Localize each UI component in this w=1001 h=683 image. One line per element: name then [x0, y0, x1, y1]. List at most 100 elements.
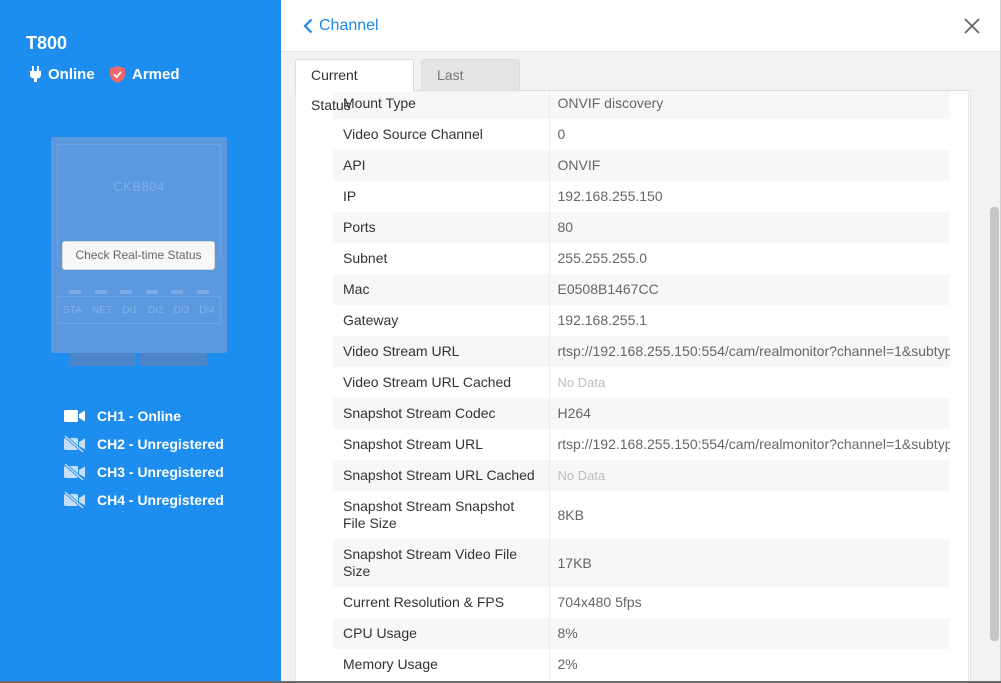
scrollbar-thumb[interactable] [990, 207, 999, 641]
plug-icon [30, 66, 41, 82]
status-label: Snapshot Stream URL Cached [333, 460, 550, 491]
status-value: ONVIF discovery [549, 91, 950, 119]
led-indicator [171, 290, 184, 294]
device-illustration: CKB804 Check Real-time Status STA NET DI… [51, 137, 227, 366]
led-indicator [120, 290, 133, 294]
channel-detail-panel: Channel Current Status Last Status Mount… [281, 0, 1001, 683]
status-value: No Data [549, 367, 950, 398]
camera-off-icon [64, 463, 86, 481]
camera-off-icon [64, 435, 86, 453]
status-tabs: Current Status Last Status [295, 59, 520, 113]
table-row: API ONVIF [333, 150, 950, 181]
status-label: Snapshot Stream Snapshot File Size [333, 491, 550, 539]
back-button[interactable]: Channel [303, 15, 379, 37]
tab-current-status[interactable]: Current Status [295, 59, 414, 113]
channel-list: CH1 - Online CH2 - Unregistered CH3 - Un… [64, 402, 224, 514]
channel-item-ch3[interactable]: CH3 - Unregistered [64, 458, 224, 486]
status-value: 80 [549, 212, 950, 243]
channel-label: CH2 - Unregistered [97, 436, 224, 452]
table-row: Gateway 192.168.255.1 [333, 305, 950, 336]
status-label: Ports [333, 212, 550, 243]
led-indicator [69, 290, 81, 294]
table-row: Current Resolution & FPS 704x480 5fps [333, 587, 950, 618]
terminal-block [69, 353, 136, 366]
panel-header: Channel [281, 0, 1001, 52]
port-label: DI2 [147, 304, 164, 316]
camera-off-icon [64, 491, 86, 509]
table-row: Subnet 255.255.255.0 [333, 243, 950, 274]
status-value: 17KB [549, 539, 950, 587]
port-labels: STA NET DI1 DI2 DI3 DI4 [57, 296, 221, 324]
status-value: rtsp://192.168.255.150:554/cam/realmonit… [549, 429, 950, 460]
led-indicator [94, 290, 107, 294]
status-label: Subnet [333, 243, 550, 274]
table-row: Video Source Channel 0 [333, 119, 950, 150]
shield-check-icon [110, 65, 125, 83]
channel-item-ch1[interactable]: CH1 - Online [64, 402, 224, 430]
status-label: Video Source Channel [333, 119, 550, 150]
status-value: 192.168.255.1 [549, 305, 950, 336]
status-label: Snapshot Stream URL [333, 429, 550, 460]
table-row: CPU Usage 8% [333, 618, 950, 649]
device-model-label: CKB804 [113, 179, 165, 194]
status-content: Mount Type ONVIF discovery Video Source Ch… [295, 90, 971, 683]
check-realtime-status-button[interactable]: Check Real-time Status [62, 241, 215, 270]
status-value: ONVIF [549, 150, 950, 181]
status-label: Mac [333, 274, 550, 305]
table-row: Ports 80 [333, 212, 950, 243]
online-status: Online [30, 64, 95, 84]
channel-item-ch2[interactable]: CH2 - Unregistered [64, 430, 224, 458]
status-label: Gateway [333, 305, 550, 336]
table-row: Snapshot Stream Snapshot File Size 8KB [333, 491, 950, 539]
table-row: Snapshot Stream URL rtsp://192.168.255.15… [333, 429, 950, 460]
status-value: 8% [549, 618, 950, 649]
port-label: DI1 [122, 304, 138, 316]
status-value: 255.255.255.0 [549, 243, 950, 274]
table-row: Mac E0508B1467CC [333, 274, 950, 305]
channel-label: CH4 - Unregistered [97, 492, 224, 508]
led-indicator [145, 290, 158, 294]
channel-label: CH3 - Unregistered [97, 464, 224, 480]
table-row: Snapshot Stream Video File Size 17KB [333, 539, 950, 587]
status-table: Mount Type ONVIF discovery Video Source Ch… [333, 91, 950, 680]
port-label: DI3 [173, 304, 190, 316]
chevron-left-icon [303, 18, 313, 34]
status-label: Video Stream URL [333, 336, 550, 367]
status-value: 8KB [549, 491, 950, 539]
port-label: DI4 [199, 304, 215, 316]
channel-item-ch4[interactable]: CH4 - Unregistered [64, 486, 224, 514]
device-sidebar: T800 Online Armed CKB804 Check Real-time… [0, 0, 281, 683]
table-row: Mount Type ONVIF discovery [333, 91, 950, 119]
channel-label: CH1 - Online [97, 408, 182, 424]
port-label: NET [91, 304, 112, 316]
status-label: Memory Usage [333, 649, 550, 680]
tab-last-status[interactable]: Last Status [421, 59, 520, 113]
status-value: 0 [549, 119, 950, 150]
status-value: E0508B1467CC [549, 274, 950, 305]
led-indicator [196, 290, 209, 294]
terminal-blocks [69, 353, 207, 366]
table-row: Memory Usage 2% [333, 649, 950, 680]
status-value: 2% [549, 649, 950, 680]
table-row: Snapshot Stream URL Cached No Data [333, 460, 950, 491]
online-label: Online [48, 65, 95, 83]
status-value: H264 [549, 398, 950, 429]
status-value: 704x480 5fps [549, 587, 950, 618]
status-label: API [333, 150, 550, 181]
status-label: CPU Usage [333, 618, 550, 649]
close-icon[interactable] [963, 17, 981, 35]
device-name: T800 [26, 33, 68, 53]
status-label: Mount Type [333, 91, 550, 119]
camera-icon [64, 407, 86, 425]
status-label: Snapshot Stream Codec [333, 398, 550, 429]
status-value: rtsp://192.168.255.150:554/cam/realmonit… [549, 336, 950, 367]
armed-status: Armed [110, 64, 180, 84]
port-label: STA [63, 304, 82, 316]
status-label: Video Stream URL Cached [333, 367, 550, 398]
status-label: Snapshot Stream Video File Size [333, 539, 550, 587]
armed-label: Armed [132, 65, 180, 83]
status-label: IP [333, 181, 550, 212]
back-label: Channel [319, 17, 379, 34]
table-row: Snapshot Stream Codec H264 [333, 398, 950, 429]
status-value: 192.168.255.150 [549, 181, 950, 212]
